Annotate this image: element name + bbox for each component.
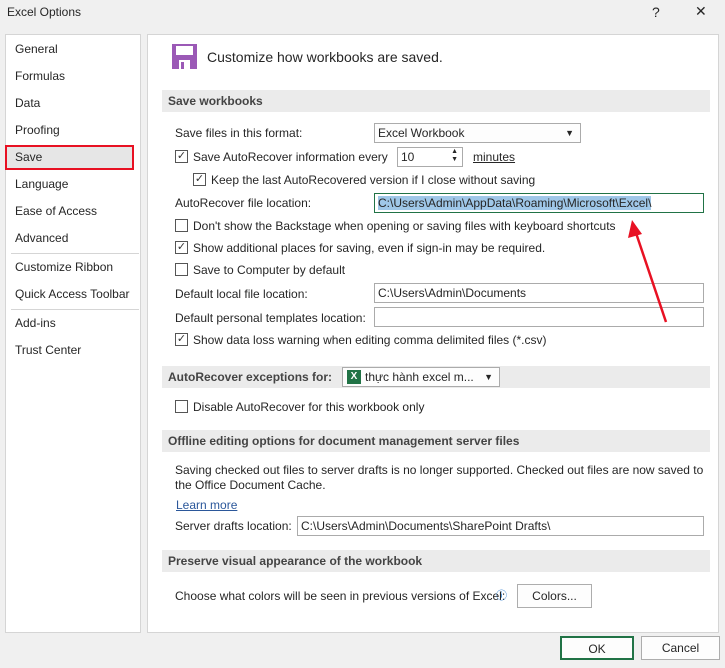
sidebar-item-quick-access-toolbar[interactable]: Quick Access Toolbar bbox=[15, 286, 130, 302]
keep-version-label: Keep the last AutoRecovered version if I… bbox=[211, 173, 536, 187]
section-offline-editing: Offline editing options for document man… bbox=[162, 430, 710, 452]
excel-icon: X bbox=[347, 370, 361, 384]
chevron-down-icon: ▼ bbox=[484, 372, 493, 382]
autorecover-label: Save AutoRecover information every bbox=[193, 150, 388, 164]
backstage-checkbox[interactable] bbox=[175, 219, 188, 232]
save-to-computer-checkbox[interactable] bbox=[175, 263, 188, 276]
disable-autorecover-checkbox[interactable] bbox=[175, 400, 188, 413]
autorecover-location-label: AutoRecover file location: bbox=[175, 196, 312, 210]
colors-button[interactable]: Colors... bbox=[517, 584, 592, 608]
format-label: Save files in this format: bbox=[175, 126, 303, 140]
sidebar-item-ease-of-access[interactable]: Ease of Access bbox=[15, 203, 97, 219]
minutes-label: minutes bbox=[473, 150, 516, 164]
keep-version-checkbox[interactable]: ✓ bbox=[193, 173, 206, 186]
learn-more-link[interactable]: Learn more bbox=[176, 497, 237, 513]
sidebar-item-add-ins[interactable]: Add-ins bbox=[15, 315, 56, 331]
format-dropdown[interactable]: Excel Workbook ▼ bbox=[374, 123, 581, 143]
chevron-down-icon: ▼ bbox=[565, 128, 574, 138]
sidebar-item-trust-center[interactable]: Trust Center bbox=[15, 342, 81, 358]
sidebar-item-language[interactable]: Language bbox=[15, 176, 68, 192]
help-button[interactable]: ? bbox=[652, 4, 660, 20]
autorecover-location-value: C:\Users\Admin\AppData\Roaming\Microsoft… bbox=[378, 196, 652, 210]
sidebar-item-advanced[interactable]: Advanced bbox=[15, 230, 68, 246]
divider bbox=[11, 309, 139, 310]
local-location-label: Default local file location: bbox=[175, 287, 308, 301]
disable-autorecover-label: Disable AutoRecover for this workbook on… bbox=[193, 400, 425, 414]
templates-location-label: Default personal templates location: bbox=[175, 311, 366, 325]
sidebar-item-save-label: Save bbox=[15, 150, 43, 164]
additional-places-checkbox[interactable]: ✓ bbox=[175, 241, 188, 254]
window-title: Excel Options bbox=[7, 5, 82, 19]
exceptions-workbook-value: thực hành excel m... bbox=[365, 370, 474, 384]
page-heading: Customize how workbooks are saved. bbox=[207, 49, 443, 65]
sidebar-item-data[interactable]: Data bbox=[15, 95, 40, 111]
save-icon bbox=[172, 44, 197, 69]
autorecover-checkbox[interactable]: ✓ bbox=[175, 150, 188, 163]
exceptions-workbook-dropdown[interactable]: Xthực hành excel m... ▼ bbox=[342, 367, 500, 387]
ok-button[interactable]: OK bbox=[560, 636, 634, 660]
server-drafts-input[interactable]: C:\Users\Admin\Documents\SharePoint Draf… bbox=[297, 516, 704, 536]
autorecover-minutes-stepper[interactable]: 10 ▲ ▼ bbox=[397, 147, 463, 167]
format-value: Excel Workbook bbox=[378, 126, 465, 140]
csv-warning-checkbox[interactable]: ✓ bbox=[175, 333, 188, 346]
sidebar-item-customize-ribbon[interactable]: Customize Ribbon bbox=[15, 259, 113, 275]
backstage-label: Don't show the Backstage when opening or… bbox=[193, 219, 616, 233]
spinner-arrows-icon[interactable]: ▲ ▼ bbox=[451, 148, 458, 164]
section-save-workbooks: Save workbooks bbox=[162, 90, 710, 112]
additional-places-label: Show additional places for saving, even … bbox=[193, 241, 546, 255]
colors-label: Choose what colors will be seen in previ… bbox=[175, 589, 506, 603]
sidebar-item-proofing[interactable]: Proofing bbox=[15, 122, 60, 138]
minutes-value: 10 bbox=[401, 150, 415, 164]
sidebar-item-formulas[interactable]: Formulas bbox=[15, 68, 65, 84]
csv-warning-label: Show data loss warning when editing comm… bbox=[193, 333, 547, 347]
red-arrow-annotation bbox=[628, 220, 668, 323]
save-to-computer-label: Save to Computer by default bbox=[193, 263, 346, 277]
cancel-button[interactable]: Cancel bbox=[641, 636, 720, 660]
divider bbox=[11, 253, 139, 254]
offline-info-text: Saving checked out files to server draft… bbox=[175, 463, 704, 492]
server-drafts-label: Server drafts location: bbox=[175, 519, 292, 533]
info-icon[interactable]: ⓘ bbox=[496, 588, 507, 604]
section-preserve-appearance: Preserve visual appearance of the workbo… bbox=[162, 550, 710, 572]
close-button[interactable]: ✕ bbox=[695, 3, 707, 19]
sidebar-item-general[interactable]: General bbox=[15, 41, 58, 57]
